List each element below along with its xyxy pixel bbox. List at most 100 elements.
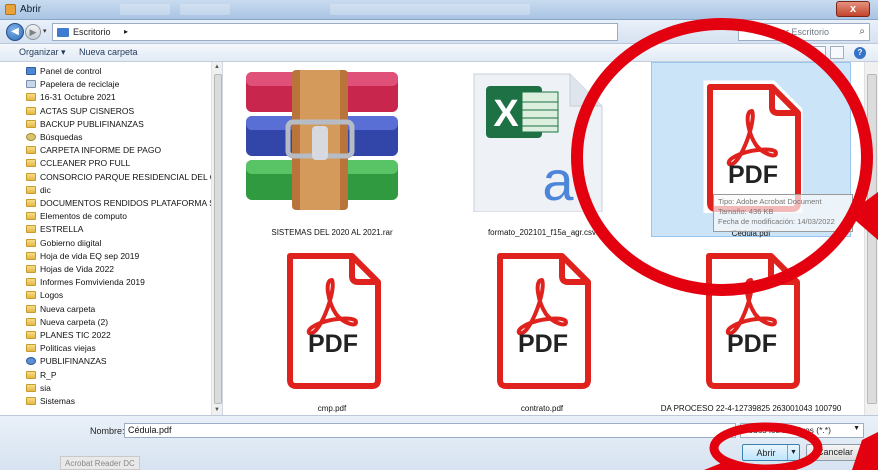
tooltip-type: Tipo: Adobe Acrobat Document: [718, 197, 822, 206]
folder-icon: [26, 383, 36, 392]
sidebar-item-label: Politicas viejas: [40, 343, 96, 354]
sidebar-item[interactable]: Gobierno diigital: [26, 237, 211, 249]
open-options-dropdown[interactable]: ▼: [787, 445, 799, 460]
title-bar: Abrir x: [0, 0, 878, 20]
new-folder-button[interactable]: Nueva carpeta: [79, 47, 138, 57]
navigation-pane: ▲ ▼ Panel de control Papelera de reciclaj…: [0, 62, 223, 415]
breadcrumb-escritorio[interactable]: Escritorio: [73, 27, 111, 37]
pdf-file-icon: PDF: [702, 249, 802, 391]
sidebar-item[interactable]: Panel de control: [26, 65, 211, 77]
file-name: cmp.pdf: [317, 404, 347, 413]
sidebar-item[interactable]: Papelera de reciclaje: [26, 78, 211, 90]
filename-label: Nombre:: [90, 426, 125, 436]
help-icon[interactable]: ?: [854, 47, 866, 59]
pdf-file-icon: PDF: [703, 80, 803, 214]
sidebar-item[interactable]: ACTAS SUP CISNEROS: [26, 105, 211, 117]
sidebar-item[interactable]: Elementos de computo: [26, 210, 211, 222]
filename-input[interactable]: Cédula.pdf: [124, 423, 736, 438]
open-button[interactable]: Abrir ▼: [742, 444, 800, 461]
forward-button[interactable]: ▶: [25, 24, 41, 40]
file-list-scrollbar[interactable]: [864, 62, 878, 415]
folder-icon: [26, 344, 36, 353]
pdf-label: PDF: [518, 330, 568, 358]
sidebar-item[interactable]: ESTRELLA: [26, 223, 211, 235]
file-name: formato_202101_f15a_agr.csv: [487, 228, 597, 237]
organize-menu[interactable]: Organizar ▾: [19, 47, 66, 58]
file-list: SISTEMAS DEL 2020 AL 2021.rar Xa formato_2…: [224, 62, 864, 415]
file-item[interactable]: SISTEMAS DEL 2020 AL 2021.rar: [232, 62, 432, 237]
file-item[interactable]: PDF cmp.pdf: [232, 240, 432, 415]
sidebar-item[interactable]: sia: [26, 382, 211, 394]
folder-icon: [26, 159, 36, 168]
sidebar-item[interactable]: CONSORCIO PARQUE RESIDENCIAL DEL CAFE: [26, 171, 211, 183]
sidebar-item[interactable]: DOCUMENTOS RENDIDOS PLATAFORMA SIA CON: [26, 197, 211, 209]
sidebar-item[interactable]: dic: [26, 184, 211, 196]
sidebar-item[interactable]: Informes Fomvivienda 2019: [26, 276, 211, 288]
sidebar-item[interactable]: Sistemas: [26, 395, 211, 407]
sidebar-item-label: Elementos de computo: [40, 211, 127, 222]
scroll-up-icon[interactable]: ▲: [214, 64, 220, 70]
sidebar-item[interactable]: Nueva carpeta: [26, 303, 211, 315]
sidebar-item-label: ACTAS SUP CISNEROS: [40, 105, 135, 116]
sidebar-item-label: BACKUP PUBLIFINANZAS: [40, 118, 144, 129]
chevron-down-icon[interactable]: ▼: [853, 425, 860, 432]
sidebar-item[interactable]: Logos: [26, 289, 211, 301]
cancel-button[interactable]: Cancelar: [806, 444, 864, 461]
sidebar-scroll-thumb[interactable]: [214, 74, 222, 404]
sidebar-item[interactable]: 16-31 Octubre 2021: [26, 91, 211, 103]
file-item[interactable]: PDF contrato.pdf: [442, 240, 642, 415]
file-info-tooltip: Tipo: Adobe Acrobat Document Tamaño: 436…: [713, 194, 853, 232]
folder-icon: [26, 317, 36, 326]
folder-icon: [26, 146, 36, 155]
sidebar-item[interactable]: PUBLIFINANZAS: [26, 355, 211, 367]
breadcrumb-separator[interactable]: ▸: [124, 27, 128, 36]
folder-icon: [26, 199, 36, 207]
sidebar-item-label: Hoja de vida EQ sep 2019: [40, 250, 140, 261]
file-list-scroll-thumb[interactable]: [867, 74, 877, 404]
sidebar-item-label: Nueva carpeta (2): [40, 316, 109, 327]
sidebar-item-label: Sistemas: [40, 396, 75, 406]
view-options-button[interactable]: [812, 46, 826, 59]
sidebar-item[interactable]: Hoja de vida EQ sep 2019: [26, 250, 211, 262]
folder-icon: [26, 172, 36, 181]
file-type-value: Todos los archivos (*.*): [744, 425, 831, 435]
pdf-label: PDF: [308, 330, 358, 358]
sidebar-item[interactable]: CCLEANER PRO FULL: [26, 157, 211, 169]
file-name: contrato.pdf: [520, 404, 564, 413]
sidebar-item-label: PUBLIFINANZAS: [40, 356, 107, 367]
address-bar: ◀ ▶ ▾ Escritorio ▸ Buscar Escritorio ⌕: [0, 20, 878, 44]
sidebar-item[interactable]: PLANES TIC 2022: [26, 329, 211, 341]
sidebar-item[interactable]: R_P: [26, 369, 211, 381]
folder-icon: [26, 304, 36, 313]
sidebar-item-label: Búsquedas: [40, 132, 83, 142]
sidebar-item-label: dic: [40, 184, 51, 195]
back-button[interactable]: ◀: [6, 23, 24, 41]
search-icon[interactable]: ⌕: [859, 26, 865, 37]
search-input[interactable]: Buscar Escritorio ⌕: [738, 23, 870, 41]
folder-icon: [26, 291, 36, 300]
preview-pane-button[interactable]: [830, 46, 844, 59]
sidebar-item[interactable]: BACKUP PUBLIFINANZAS: [26, 118, 211, 130]
excel-x-glyph: X: [493, 93, 519, 135]
close-button[interactable]: x: [836, 1, 870, 17]
sidebar-item[interactable]: Hojas de Vida 2022: [26, 263, 211, 275]
recent-locations-dropdown[interactable]: ▾: [43, 27, 47, 35]
file-item[interactable]: PDF DA PROCESO 22-4-12739825 263001043 10…: [651, 240, 851, 415]
file-type-select[interactable]: Todos los archivos (*.*) ▼: [740, 423, 864, 438]
sidebar-item[interactable]: CARPETA INFORME DE PAGO: [26, 144, 211, 156]
sidebar-item[interactable]: Nueva carpeta (2): [26, 316, 211, 328]
sidebar-item-label: Nueva carpeta: [40, 303, 96, 314]
folder-icon: [26, 265, 36, 273]
sidebar-item[interactable]: Búsquedas: [26, 131, 211, 143]
control-panel-icon: [26, 67, 36, 75]
path-field[interactable]: Escritorio ▸: [52, 23, 618, 41]
sidebar-scrollbar[interactable]: ▲ ▼: [211, 62, 222, 415]
file-item[interactable]: Xa formato_202101_f15a_agr.csv: [442, 62, 642, 237]
sidebar-item-label: PLANES TIC 2022: [40, 330, 111, 340]
csv-glyph: a: [542, 149, 574, 212]
pdf-label: PDF: [727, 330, 777, 358]
scroll-down-icon[interactable]: ▼: [214, 407, 220, 413]
sidebar-item[interactable]: Politicas viejas: [26, 342, 211, 354]
background-tab: [180, 4, 230, 15]
app-icon: [5, 4, 16, 15]
